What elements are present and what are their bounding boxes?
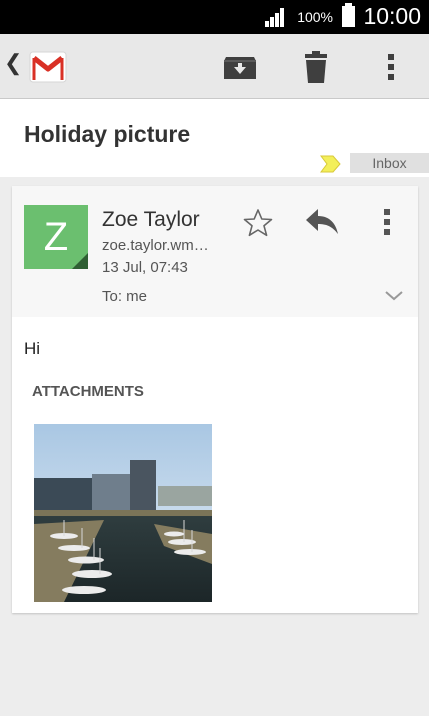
battery-icon: [342, 3, 355, 27]
sender-email: zoe.taylor.wm…: [102, 237, 209, 254]
signal-icon: [265, 8, 289, 27]
battery-percent: 100%: [297, 9, 333, 25]
email-subject: Holiday picture: [24, 121, 191, 147]
message-header[interactable]: Z Zoe Taylor zoe.taylor.wm… 13 Jul, 07:4…: [12, 186, 418, 317]
message-card: Z Zoe Taylor zoe.taylor.wm… 13 Jul, 07:4…: [12, 186, 418, 613]
status-bar: 100% 10:00: [0, 0, 429, 34]
action-bar: ❮: [0, 34, 429, 99]
archive-icon[interactable]: [220, 48, 260, 86]
delete-icon[interactable]: [296, 48, 336, 86]
message-more-icon[interactable]: [369, 204, 405, 240]
recipient-line: To: me: [102, 288, 148, 305]
chevron-down-icon[interactable]: [376, 278, 412, 314]
avatar-initial: Z: [43, 215, 69, 259]
subject-header: Holiday picture Inbox: [0, 99, 429, 177]
avatar-fold: [72, 253, 88, 269]
message-date: 13 Jul, 07:43: [102, 259, 188, 276]
sender-name: Zoe Taylor: [102, 208, 200, 231]
avatar[interactable]: Z: [24, 205, 88, 269]
clock: 10:00: [363, 3, 421, 29]
attachments-heading: ATTACHMENTS: [32, 383, 144, 400]
image-thumbnail-icon[interactable]: [34, 424, 212, 602]
star-icon[interactable]: [240, 205, 276, 241]
chevron-left-icon[interactable]: ❮: [4, 52, 22, 74]
label-tag-icon: [320, 155, 342, 173]
gmail-icon[interactable]: [28, 50, 68, 84]
reply-icon[interactable]: [304, 203, 340, 239]
more-vert-icon[interactable]: [371, 48, 411, 86]
inbox-label[interactable]: Inbox: [350, 153, 429, 173]
message-body: Hi: [24, 339, 41, 358]
